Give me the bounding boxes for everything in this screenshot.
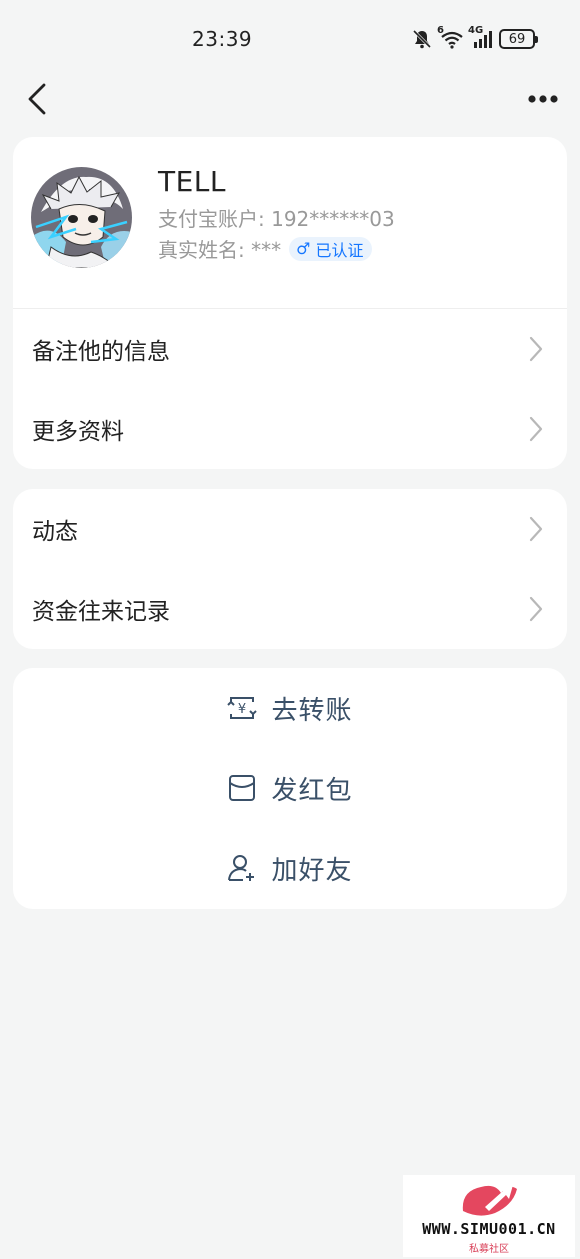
chevron-right-icon	[529, 416, 543, 442]
menu-item-fund-records[interactable]: 资金往来记录	[13, 569, 567, 649]
status-bar: 23:39 6 4G 69	[0, 0, 580, 78]
watermark: WWW.SIMU001.CN 私募社区	[403, 1175, 575, 1257]
watermark-logo-icon	[462, 1185, 517, 1216]
signal-icon	[474, 31, 492, 48]
transfer-label: 去转账	[271, 695, 353, 726]
menu-item-label: 备注他的信息	[32, 339, 170, 365]
chevron-right-icon	[529, 516, 543, 542]
svg-text:¥: ¥	[238, 702, 246, 717]
male-icon: ♂	[296, 239, 311, 258]
add-friend-button[interactable]: 加好友	[13, 828, 567, 908]
cell-indicator: 4G	[468, 25, 494, 49]
back-button[interactable]	[24, 82, 54, 116]
battery-level: 69	[508, 31, 526, 47]
transfer-button[interactable]: ¥ 去转账	[13, 668, 567, 748]
more-horizontal-icon	[528, 95, 558, 103]
chevron-right-icon	[529, 596, 543, 622]
menu-item-remark[interactable]: 备注他的信息	[13, 309, 567, 389]
transfer-icon: ¥	[227, 697, 258, 719]
avatar[interactable]	[31, 167, 132, 268]
chevron-left-icon	[28, 83, 46, 115]
add-friend-icon	[228, 855, 255, 881]
watermark-text: WWW.SIMU001.CN	[422, 1220, 556, 1238]
menu-item-moments[interactable]: 动态	[13, 489, 567, 569]
wifi-indicator: 6	[437, 25, 463, 49]
menu-item-more-info[interactable]: 更多资料	[13, 389, 567, 469]
nickname: TELL	[158, 165, 226, 198]
menu-item-label: 动态	[32, 519, 78, 545]
more-button[interactable]	[526, 88, 560, 110]
red-envelope-label: 发红包	[271, 775, 353, 806]
real-name: 真实姓名: ***	[158, 238, 282, 262]
real-name-line: 真实姓名: *** ♂ 已认证	[158, 234, 373, 263]
verified-badge: ♂ 已认证	[289, 236, 373, 261]
alipay-account: 支付宝账户: 192******03	[158, 207, 395, 231]
chevron-right-icon	[529, 336, 543, 362]
activity-card: 动态 资金往来记录	[13, 489, 567, 649]
add-friend-label: 加好友	[271, 855, 353, 886]
menu-item-label: 资金往来记录	[32, 599, 170, 625]
red-envelope-icon	[229, 775, 256, 801]
watermark-subtext: 私募社区	[469, 1244, 509, 1255]
actions-card: ¥ 去转账 发红包 加好友	[13, 668, 567, 909]
profile-card: TELL 支付宝账户: 192******03 真实姓名: *** ♂ 已认证 …	[13, 137, 567, 469]
red-envelope-button[interactable]: 发红包	[13, 748, 567, 828]
wifi-icon	[441, 31, 463, 49]
silent-bell-icon	[412, 29, 432, 49]
menu-item-label: 更多资料	[32, 419, 124, 445]
status-icons: 6 4G 69	[412, 25, 538, 50]
status-time: 23:39	[192, 27, 253, 51]
battery-icon: 69	[499, 29, 538, 49]
anime-avatar-image	[31, 167, 132, 268]
verified-label: 已认证	[315, 240, 364, 260]
